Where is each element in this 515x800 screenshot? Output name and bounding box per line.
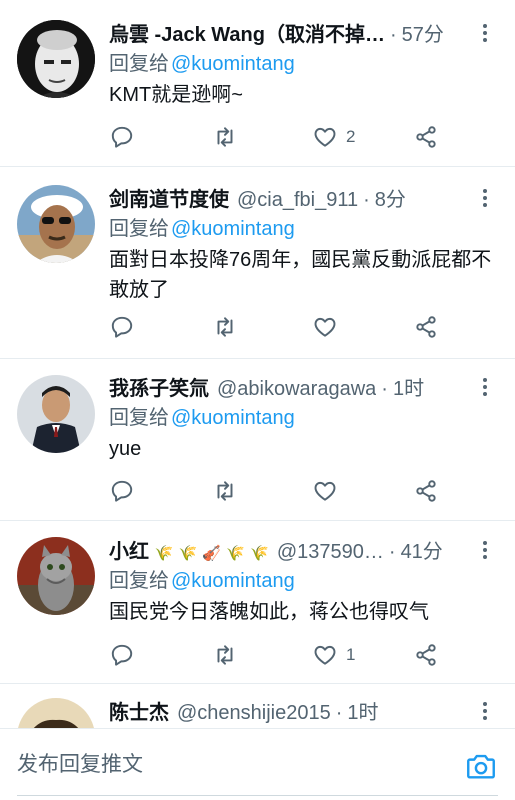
more-icon[interactable] <box>475 21 495 45</box>
avatar[interactable] <box>17 20 95 98</box>
reply-context: 回复给 @kuomintang <box>109 402 495 434</box>
separator-dot: · <box>388 541 396 563</box>
like-icon <box>312 642 338 668</box>
share-icon <box>413 478 439 504</box>
mention-link[interactable]: @kuomintang <box>171 53 295 75</box>
display-name[interactable]: 小红 🌾 🌾 🎻 🌾 🌾 <box>109 535 269 564</box>
reply-icon <box>109 124 135 150</box>
retweet-button[interactable] <box>212 640 238 670</box>
share-icon <box>413 642 439 668</box>
action-bar: 2 <box>109 122 449 152</box>
avatar[interactable] <box>17 375 95 453</box>
tweet-item[interactable]: 小红 🌾 🌾 🎻 🌾 🌾 @137590… · 41分 回复给 @kuominta… <box>0 521 515 684</box>
action-bar: 1 <box>109 640 449 670</box>
timestamp[interactable]: 8分 <box>375 183 406 212</box>
share-button[interactable] <box>413 312 439 342</box>
reply-button[interactable] <box>109 640 135 670</box>
reply-button[interactable] <box>109 122 135 152</box>
action-bar <box>109 312 449 342</box>
separator-dot: · <box>381 378 388 400</box>
user-handle[interactable]: @abikowaragawa <box>217 378 376 401</box>
timestamp[interactable]: 1时 <box>393 372 424 401</box>
more-icon[interactable] <box>475 186 495 210</box>
tweet-item[interactable]: 烏雲 -Jack Wang（取消不掉… · 57分 回复给 @kuomintang… <box>0 0 515 167</box>
share-icon <box>413 124 439 150</box>
reply-button[interactable] <box>109 312 135 342</box>
reply-composer: 发布回复推文 <box>0 728 515 800</box>
like-button[interactable]: 2 <box>312 122 355 152</box>
reply-prefix: 回复给 <box>109 53 169 75</box>
like-icon <box>312 314 338 340</box>
avatar[interactable] <box>17 698 95 728</box>
avatar[interactable] <box>17 185 95 263</box>
retweet-icon <box>212 314 238 340</box>
tweet-header: 小红 🌾 🌾 🎻 🌾 🌾 @137590… · 41分 <box>109 535 495 565</box>
like-icon <box>312 124 338 150</box>
display-name[interactable]: 剑南道节度使 <box>109 183 229 212</box>
reply-prefix: 回复给 <box>109 218 169 240</box>
tweet-text: KMT就是逊啊~ <box>109 84 243 106</box>
reply-context: 回复给 @kuomintang <box>109 213 495 245</box>
user-handle[interactable]: @137590… <box>277 541 384 564</box>
more-icon[interactable] <box>475 375 495 399</box>
timestamp[interactable]: 1时 <box>347 696 378 725</box>
action-bar <box>109 476 449 506</box>
share-icon <box>413 314 439 340</box>
name-emoji: 🌾 🌾 🎻 🌾 🌾 <box>154 544 269 562</box>
avatar[interactable] <box>17 537 95 615</box>
tweet-header: 烏雲 -Jack Wang（取消不掉… · 57分 <box>109 18 495 48</box>
tweet-text: 面對日本投降76周年，國民黨反動派屁都不敢放了 <box>109 249 492 301</box>
mention-link[interactable]: @kuomintang <box>171 218 295 240</box>
tweet-item[interactable]: 剑南道节度使 @cia_fbi_911 · 8分 回复给 @kuomintang … <box>0 167 515 359</box>
user-handle[interactable]: @chenshijie2015 <box>177 702 331 725</box>
display-name[interactable]: 我孫子笑氚 <box>109 372 209 401</box>
like-button[interactable] <box>312 312 338 342</box>
camera-icon[interactable] <box>464 749 498 783</box>
reply-icon <box>109 478 135 504</box>
tweet-item[interactable]: 陈士杰 @chenshijie2015 · 1时 <box>0 684 515 728</box>
like-button[interactable] <box>312 476 338 506</box>
retweet-button[interactable] <box>212 312 238 342</box>
reply-icon <box>109 642 135 668</box>
reply-input[interactable]: 发布回复推文 <box>17 747 437 787</box>
timestamp[interactable]: 41分 <box>401 535 443 564</box>
user-handle[interactable]: @cia_fbi_911 <box>237 189 358 212</box>
reply-button[interactable] <box>109 476 135 506</box>
share-button[interactable] <box>413 640 439 670</box>
tweet-header: 我孫子笑氚 @abikowaragawa · 1时 <box>109 372 495 402</box>
tweet-text: yue <box>109 438 142 460</box>
share-button[interactable] <box>413 476 439 506</box>
display-name[interactable]: 陈士杰 <box>109 696 169 725</box>
timestamp[interactable]: 57分 <box>402 18 444 47</box>
like-count: 1 <box>346 645 356 664</box>
like-count: 2 <box>346 127 356 146</box>
tweet-item[interactable]: 我孫子笑氚 @abikowaragawa · 1时 回复给 @kuomintang… <box>0 359 515 521</box>
display-name[interactable]: 烏雲 -Jack Wang（取消不掉… <box>109 18 385 47</box>
reply-feed: 烏雲 -Jack Wang（取消不掉… · 57分 回复给 @kuomintang… <box>0 0 515 728</box>
retweet-icon <box>212 478 238 504</box>
reply-prefix: 回复给 <box>109 407 169 429</box>
reply-icon <box>109 314 135 340</box>
tweet-header: 剑南道节度使 @cia_fbi_911 · 8分 <box>109 183 495 213</box>
more-icon[interactable] <box>475 538 495 562</box>
separator-dot: · <box>363 189 370 211</box>
reply-context: 回复给 @kuomintang <box>109 565 495 597</box>
reply-prefix: 回复给 <box>109 570 169 592</box>
tweet-header: 陈士杰 @chenshijie2015 · 1时 <box>109 696 495 726</box>
composer-underline <box>17 795 498 796</box>
more-icon[interactable] <box>475 699 495 723</box>
retweet-icon <box>212 124 238 150</box>
reply-context: 回复给 @kuomintang <box>109 48 495 80</box>
separator-dot: · <box>335 702 343 724</box>
mention-link[interactable]: @kuomintang <box>171 407 295 429</box>
share-button[interactable] <box>413 122 439 152</box>
retweet-icon <box>212 642 238 668</box>
tweet-text: 国民党今日落魄如此，蒋公也得叹气 <box>109 601 429 623</box>
like-icon <box>312 478 338 504</box>
retweet-button[interactable] <box>212 476 238 506</box>
mention-link[interactable]: @kuomintang <box>171 570 295 592</box>
like-button[interactable]: 1 <box>312 640 355 670</box>
retweet-button[interactable] <box>212 122 238 152</box>
separator-dot: · <box>389 24 397 46</box>
